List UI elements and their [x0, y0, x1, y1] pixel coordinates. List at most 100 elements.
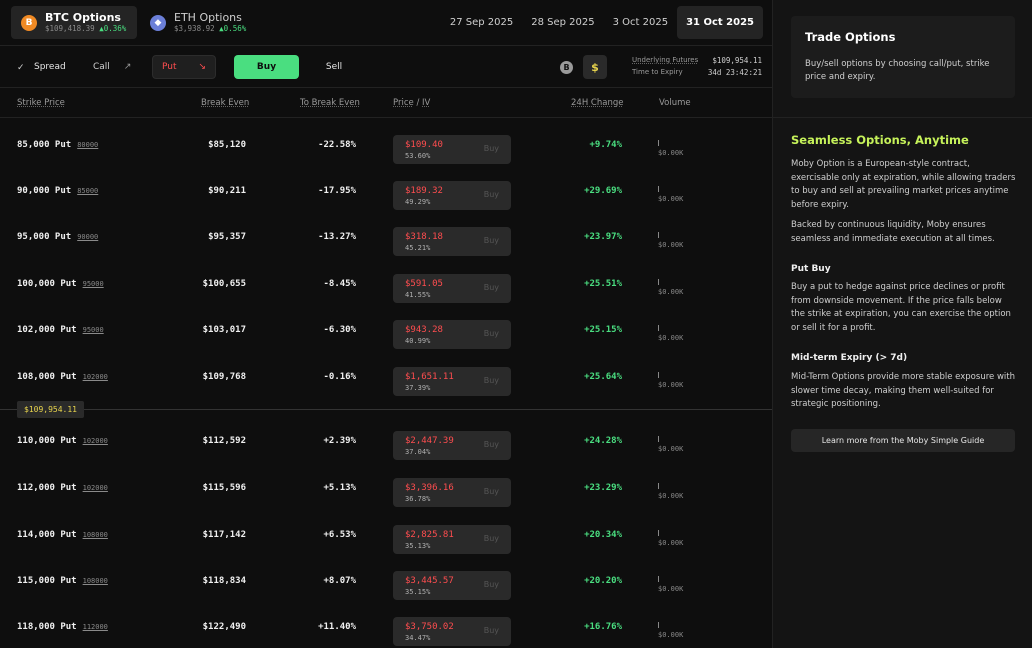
section-paragraph: Moby Option is a European-style contract… — [791, 159, 1016, 210]
table-row[interactable]: 112,000 Put 102000 $115,596 +5.13% $3,396… — [0, 465, 772, 511]
volume-cell: $0.00K — [658, 530, 683, 547]
table-row[interactable]: 100,000 Put 95000 $100,655 -8.45% $591.05… — [0, 261, 772, 307]
strike-cell: 108,000 Put 102000 — [17, 372, 108, 382]
asset-name: BTC Options — [45, 11, 121, 24]
spread-strike-link[interactable]: 102000 — [83, 484, 108, 492]
col-24h-change[interactable]: 24H Change — [571, 98, 623, 108]
spread-strike-link[interactable]: 95000 — [83, 326, 104, 334]
col-iv[interactable]: IV — [422, 98, 430, 108]
table-row[interactable]: 110,000 Put 102000 $112,592 +2.39% $2,447… — [0, 418, 772, 464]
row-buy-label: Buy — [483, 236, 499, 245]
table-row[interactable]: 90,000 Put 85000 $90,211 -17.95% $189.32 4… — [0, 168, 772, 214]
bitcoin-icon: B — [21, 14, 37, 31]
price-buy-button[interactable]: $943.28 40.99% Buy — [393, 320, 511, 349]
info-panel: Trade Options Buy/sell options by choosi… — [772, 0, 1032, 648]
dollar-icon[interactable]: $ — [583, 55, 607, 79]
table-row[interactable]: 118,000 Put 112000 $122,490 +11.40% $3,75… — [0, 604, 772, 648]
col-break-even[interactable]: Break Even — [201, 98, 249, 108]
table-row[interactable]: 108,000 Put 102000 $109,768 -0.16% $1,651… — [0, 354, 772, 400]
mid-term-heading: Mid-term Expiry (> 7d) — [791, 353, 908, 363]
bitcoin-icon[interactable]: B — [560, 61, 573, 74]
spread-strike-link[interactable]: 85000 — [77, 187, 98, 195]
price-buy-button[interactable]: $2,447.39 37.04% Buy — [393, 431, 511, 460]
strike-cell: 110,000 Put 102000 — [17, 436, 108, 446]
break-even-cell: $90,211 — [208, 186, 246, 196]
date-tab[interactable]: 27 Sep 2025 — [441, 6, 522, 39]
spread-strike-link[interactable]: 112000 — [83, 623, 108, 631]
col-to-break-even[interactable]: To Break Even — [300, 98, 360, 108]
to-break-even-cell: +11.40% — [318, 622, 356, 632]
price-buy-button[interactable]: $1,651.11 37.39% Buy — [393, 367, 511, 396]
price-buy-button[interactable]: $318.18 45.21% Buy — [393, 227, 511, 256]
date-tab-selected[interactable]: 31 Oct 2025 — [677, 6, 763, 39]
underlying-value: $109,954.11 — [712, 56, 762, 65]
strike-cell: 115,000 Put 108000 — [17, 576, 108, 586]
strike-cell: 90,000 Put 85000 — [17, 186, 99, 196]
option-price: $3,445.57 — [405, 576, 454, 586]
date-tab[interactable]: 28 Sep 2025 — [522, 6, 603, 39]
col-strike[interactable]: Strike Price — [17, 98, 65, 108]
option-price: $3,396.16 — [405, 483, 454, 493]
table-row[interactable]: 102,000 Put 95000 $103,017 -6.30% $943.28… — [0, 307, 772, 353]
change-cell: +20.20% — [584, 576, 622, 586]
spread-label: Spread — [34, 62, 66, 72]
asset-name: ETH Options — [174, 11, 242, 24]
price-buy-button[interactable]: $3,750.02 34.47% Buy — [393, 617, 511, 646]
to-break-even-cell: -8.45% — [323, 279, 356, 289]
table-row[interactable]: 95,000 Put 90000 $95,357 -13.27% $318.18 4… — [0, 214, 772, 260]
spread-strike-link[interactable]: 102000 — [83, 437, 108, 445]
strike-cell: 118,000 Put 112000 — [17, 622, 108, 632]
to-break-even-cell: -13.27% — [318, 232, 356, 242]
price-buy-button[interactable]: $591.05 41.55% Buy — [393, 274, 511, 303]
table-row[interactable]: 114,000 Put 108000 $117,142 +6.53% $2,825… — [0, 512, 772, 558]
col-separator: / — [416, 98, 420, 108]
asset-price-line: $3,938.92 ▲0.56% — [174, 24, 247, 33]
price-buy-button[interactable]: $3,396.16 36.78% Buy — [393, 478, 511, 507]
col-volume: Volume — [659, 98, 691, 108]
asset-price-line: $109,418.39 ▲0.36% — [45, 24, 127, 33]
spread-strike-link[interactable]: 90000 — [77, 233, 98, 241]
put-toggle[interactable]: Put ↘ — [152, 55, 216, 79]
break-even-cell: $109,768 — [202, 372, 246, 382]
current-price-badge: $109,954.11 — [17, 401, 84, 418]
break-even-cell: $122,490 — [202, 622, 246, 632]
spread-strike-link[interactable]: 108000 — [83, 577, 108, 585]
to-break-even-cell: +5.13% — [323, 483, 356, 493]
volume-cell: $0.00K — [658, 325, 683, 342]
implied-volatility: 45.21% — [405, 244, 431, 252]
date-tab[interactable]: 3 Oct 2025 — [604, 6, 677, 39]
price-buy-button[interactable]: $2,825.81 35.13% Buy — [393, 525, 511, 554]
spread-strike-link[interactable]: 95000 — [83, 280, 104, 288]
sell-button[interactable]: Sell — [300, 55, 368, 79]
buy-button[interactable]: Buy — [234, 55, 299, 79]
asset-tab-btc[interactable]: B BTC Options $109,418.39 ▲0.36% — [11, 6, 137, 39]
spread-toggle[interactable]: ✓ Spread — [17, 62, 66, 73]
row-buy-label: Buy — [483, 283, 499, 292]
row-buy-label: Buy — [483, 190, 499, 199]
change-cell: +25.15% — [584, 325, 622, 335]
volume-bar — [658, 622, 659, 628]
price-buy-button[interactable]: $189.32 49.29% Buy — [393, 181, 511, 210]
asset-tab-eth[interactable]: ◆ ETH Options $3,938.92 ▲0.56% — [140, 6, 260, 39]
col-price[interactable]: Price — [393, 98, 414, 108]
to-break-even-cell: +6.53% — [323, 530, 356, 540]
volume-cell: $0.00K — [658, 186, 683, 203]
price-buy-button[interactable]: $109.40 53.60% Buy — [393, 135, 511, 164]
volume-cell: $0.00K — [658, 372, 683, 389]
break-even-cell: $100,655 — [202, 279, 246, 289]
table-row[interactable]: 115,000 Put 108000 $118,834 +8.07% $3,445… — [0, 558, 772, 604]
change-cell: +23.97% — [584, 232, 622, 242]
spread-strike-link[interactable]: 108000 — [83, 531, 108, 539]
table-row[interactable]: 85,000 Put 80000 $85,120 -22.58% $109.40 5… — [0, 122, 772, 168]
change-cell: +29.69% — [584, 186, 622, 196]
call-toggle[interactable]: Call ↗ — [93, 62, 131, 72]
spread-strike-link[interactable]: 80000 — [77, 141, 98, 149]
price-buy-button[interactable]: $3,445.57 35.15% Buy — [393, 571, 511, 600]
spread-strike-link[interactable]: 102000 — [83, 373, 108, 381]
volume-bar — [658, 325, 659, 331]
break-even-cell: $118,834 — [202, 576, 246, 586]
section-paragraph: Backed by continuous liquidity, Moby ens… — [791, 220, 995, 244]
implied-volatility: 53.60% — [405, 152, 431, 160]
learn-more-button[interactable]: Learn more from the Moby Simple Guide — [791, 429, 1015, 452]
option-price: $591.05 — [405, 279, 443, 289]
